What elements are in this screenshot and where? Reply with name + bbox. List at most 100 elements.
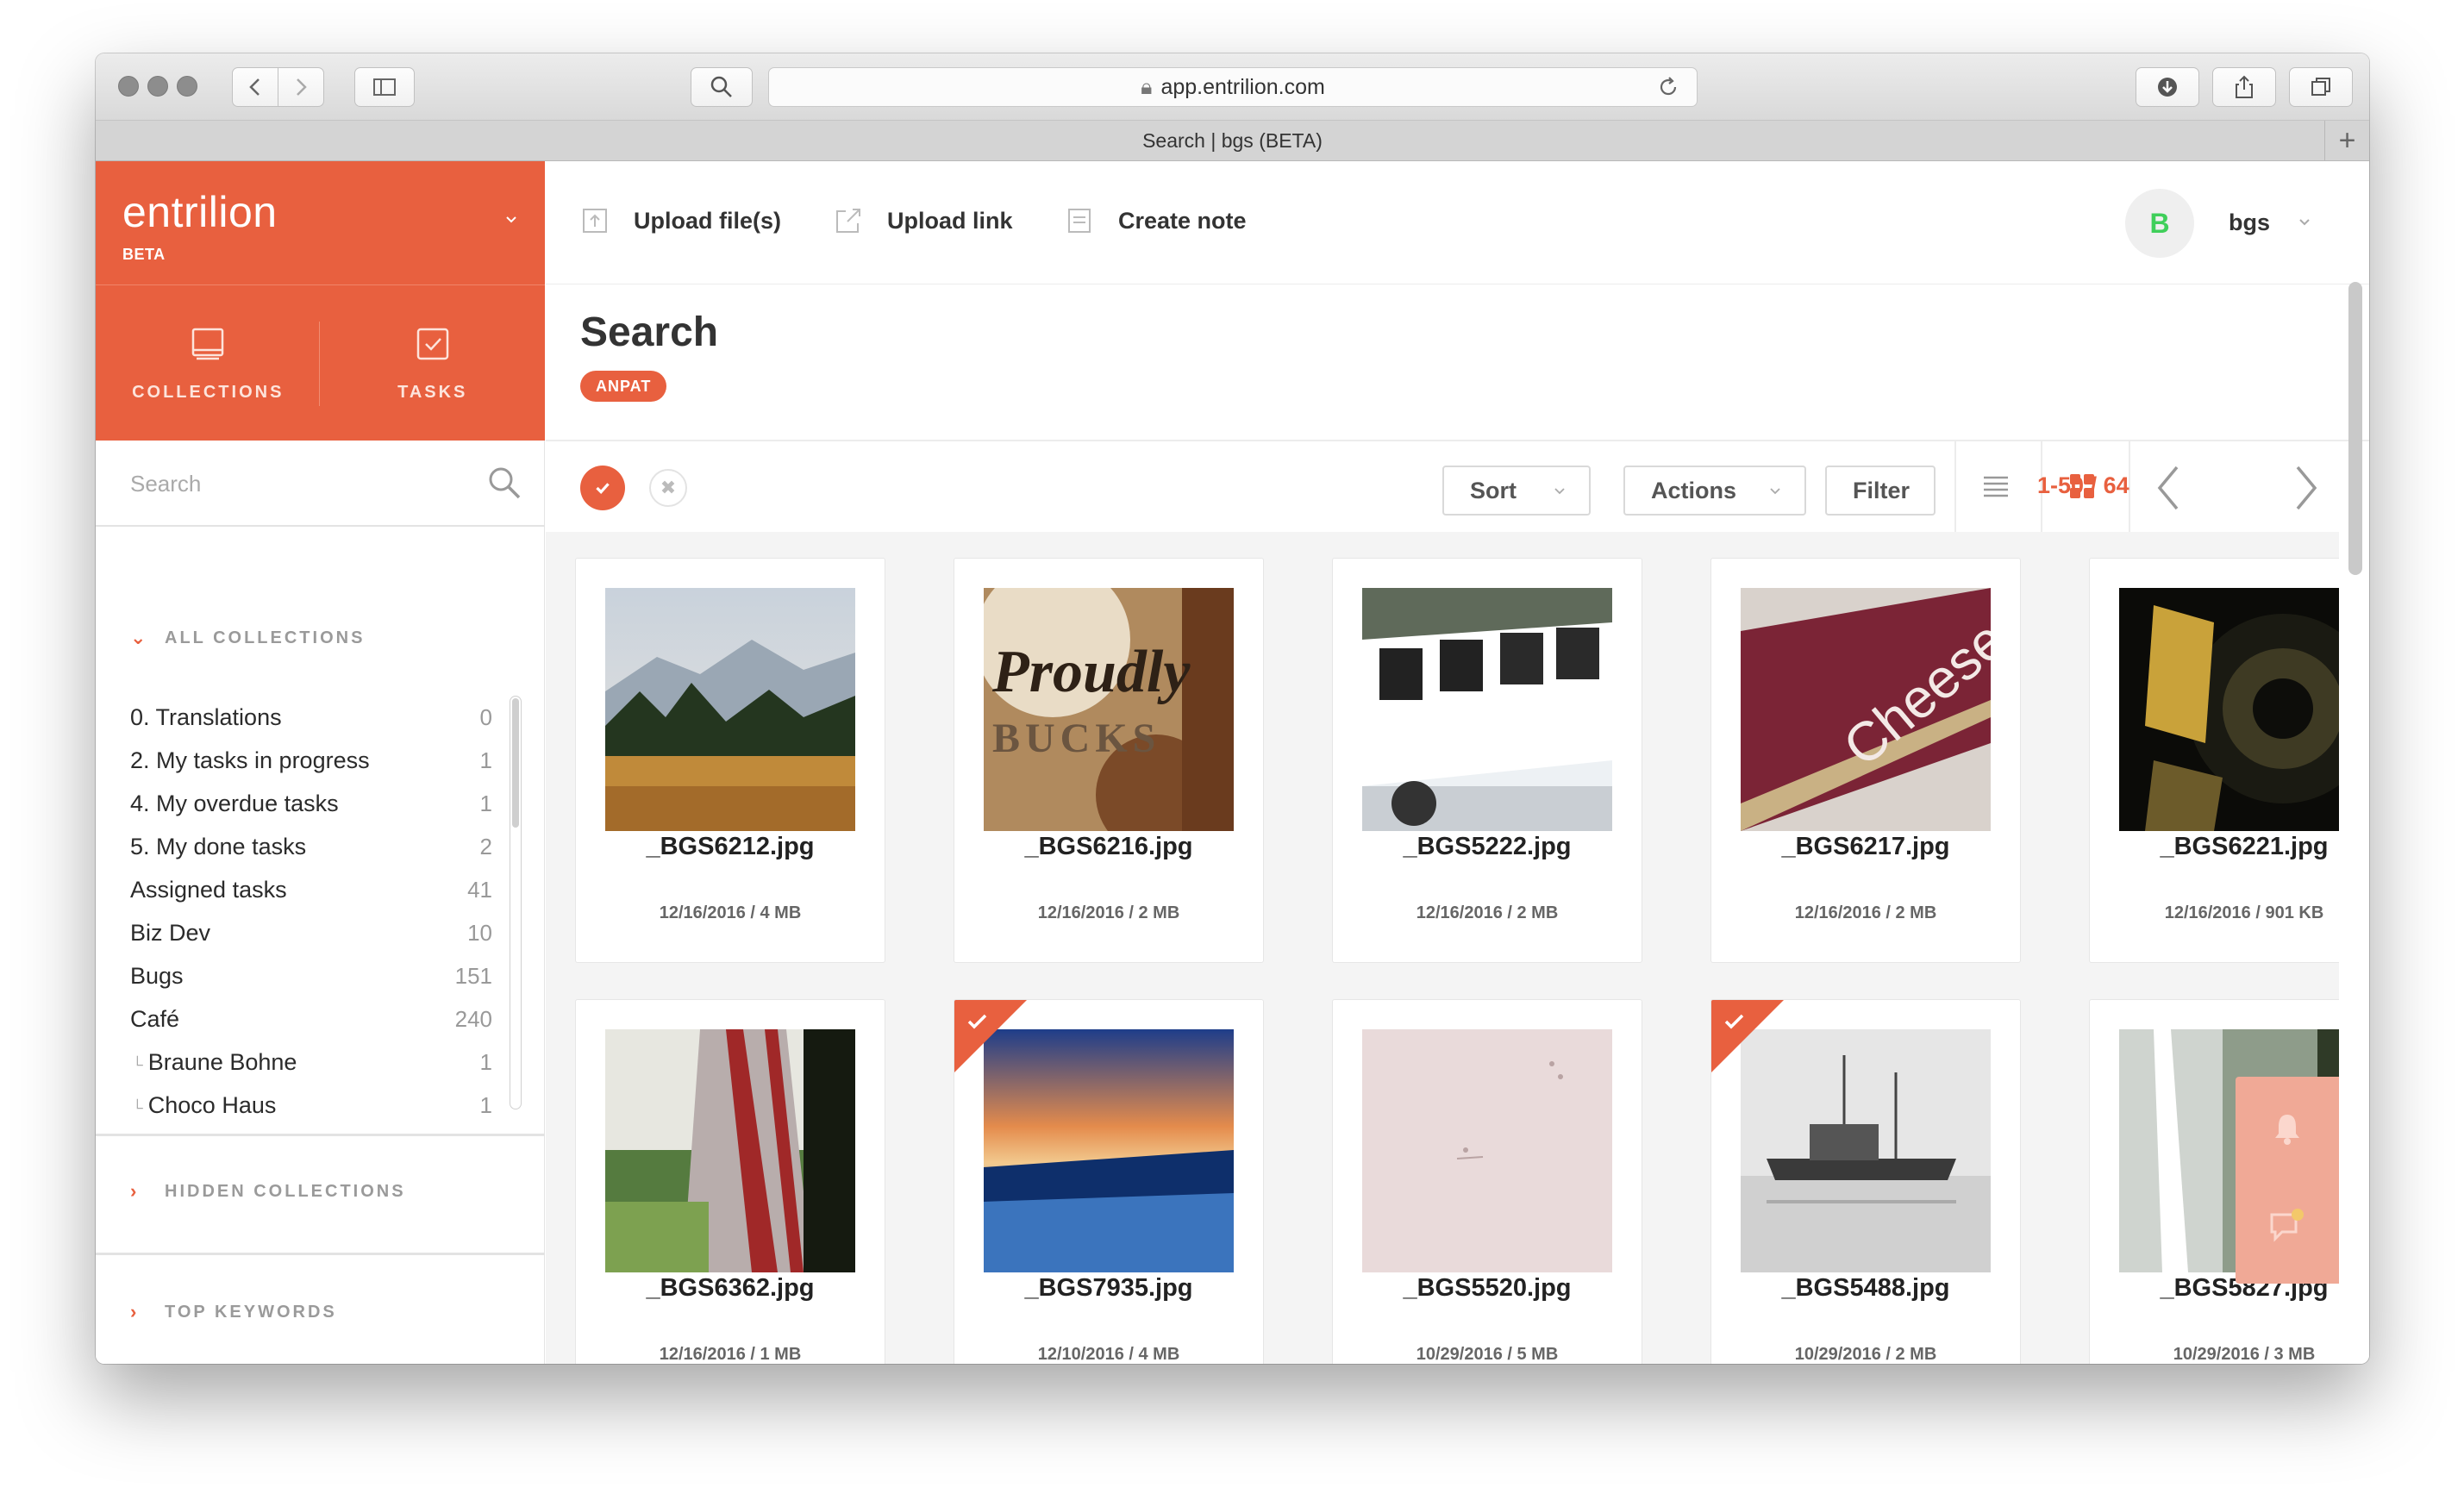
downloads-button[interactable]: [2136, 67, 2199, 107]
collection-item[interactable]: Choco Haus 1: [130, 1084, 492, 1127]
upload-files-label: Upload file(s): [634, 207, 782, 234]
browser-toolbar: 🔒︎ app.entrilion.com: [96, 53, 2369, 121]
sidebar-icon: [373, 78, 396, 96]
all-collections-label: ALL COLLECTIONS: [165, 628, 366, 647]
search-icon[interactable]: [486, 465, 522, 501]
floating-action-panel: [2236, 1077, 2339, 1284]
sidebar-search-input[interactable]: [130, 465, 475, 503]
actions-dropdown[interactable]: Actions: [1623, 466, 1806, 516]
collection-item[interactable]: Bugs 151: [130, 954, 492, 997]
collection-count: 2: [479, 833, 492, 859]
file-card[interactable]: _BGS6221.jpg 12/16/2016 / 901 KB: [2089, 558, 2339, 963]
chevron-down-icon: [1554, 488, 1565, 495]
select-all-button[interactable]: [580, 466, 625, 510]
file-thumbnail[interactable]: [605, 588, 855, 831]
file-meta: 12/16/2016 / 1 MB: [659, 1345, 802, 1364]
chat-feedback-icon[interactable]: [2267, 1204, 2308, 1246]
sidebar-toggle-button[interactable]: [354, 67, 415, 107]
create-note-button[interactable]: Create note: [1065, 206, 1247, 235]
file-thumbnail[interactable]: [605, 1029, 855, 1272]
tabs-overview-button[interactable]: [2289, 67, 2353, 107]
collection-item[interactable]: Braune Bohne 1: [130, 1041, 492, 1084]
collection-count: 41: [467, 876, 492, 903]
filter-button[interactable]: Filter: [1825, 466, 1936, 516]
file-name: _BGS6217.jpg: [1781, 833, 1950, 860]
file-card[interactable]: _BGS6362.jpg 12/16/2016 / 1 MB: [575, 999, 885, 1364]
file-thumbnail[interactable]: Cheese: [1741, 588, 1991, 831]
sidebar-search: [96, 441, 545, 527]
nav-collections[interactable]: COLLECTIONS: [96, 285, 321, 441]
main-nav: COLLECTIONS TASKS: [96, 285, 545, 441]
collections-scrollbar-thumb[interactable]: [512, 698, 519, 828]
collection-count: 151: [454, 962, 492, 989]
collection-item[interactable]: 5. My done tasks 2: [130, 825, 492, 868]
file-card[interactable]: Cheese _BGS6217.jpg 12/16/2016 / 2 MB: [1710, 558, 2021, 963]
page-scrollbar-thumb[interactable]: [2348, 282, 2362, 575]
sort-dropdown[interactable]: Sort: [1442, 466, 1591, 516]
all-collections-header[interactable]: ⌄ ALL COLLECTIONS: [130, 627, 365, 649]
forward-button[interactable]: [278, 67, 324, 107]
bell-icon[interactable]: [2267, 1108, 2308, 1149]
file-card[interactable]: _BGS5222.jpg 12/16/2016 / 2 MB: [1332, 558, 1642, 963]
collections-scrollbar[interactable]: [510, 696, 522, 1109]
file-thumbnail[interactable]: Proudly BUCKS: [984, 588, 1234, 831]
minimize-window-button[interactable]: [147, 76, 168, 97]
upload-files-button[interactable]: Upload file(s): [580, 206, 781, 235]
collections-icon: [192, 328, 224, 359]
filter-tag-badge[interactable]: ANPAT: [580, 371, 667, 402]
list-view-icon[interactable]: [1979, 469, 2013, 503]
divider: [96, 1134, 545, 1136]
active-tab-title[interactable]: Search | bgs (BETA): [1142, 129, 1323, 153]
file-card[interactable]: _BGS6212.jpg 12/16/2016 / 4 MB: [575, 558, 885, 963]
actions-label: Actions: [1651, 477, 1737, 503]
nav-tasks[interactable]: TASKS: [321, 285, 546, 441]
hidden-collections-header[interactable]: › HIDDEN COLLECTIONS: [130, 1180, 406, 1203]
file-card[interactable]: Proudly BUCKS _BGS6216.jpg 12/16/2016 / 2 M…: [954, 558, 1264, 963]
file-card[interactable]: _BGS7935.jpg 12/10/2016 / 4 MB: [954, 999, 1264, 1364]
collection-item[interactable]: Assigned tasks 41: [130, 868, 492, 911]
thumb-text-proudly: Proudly: [991, 639, 1191, 705]
collection-item[interactable]: Biz Dev 10: [130, 911, 492, 954]
back-button[interactable]: [232, 67, 278, 107]
file-thumbnail[interactable]: [1362, 588, 1612, 831]
collection-item[interactable]: 4. My overdue tasks 1: [130, 782, 492, 825]
file-thumbnail[interactable]: [2119, 588, 2339, 831]
collection-item[interactable]: 2. My tasks in progress 1: [130, 739, 492, 782]
collection-label: Choco Haus: [130, 1092, 277, 1119]
chevron-right-icon[interactable]: [2289, 462, 2323, 514]
file-name: _BGS6221.jpg: [2160, 833, 2329, 860]
share-button[interactable]: [2212, 67, 2276, 107]
tab-bar: Search | bgs (BETA) +: [96, 121, 2369, 161]
close-icon: ✖: [660, 477, 677, 498]
filter-label: Filter: [1853, 477, 1911, 503]
divider: [1954, 441, 1956, 532]
avatar[interactable]: B: [2125, 189, 2194, 258]
user-name[interactable]: bgs: [2229, 209, 2270, 236]
close-window-button[interactable]: [118, 76, 139, 97]
chevron-left-icon[interactable]: [2151, 462, 2186, 514]
upload-link-label: Upload link: [887, 207, 1013, 234]
file-meta: 12/10/2016 / 4 MB: [1037, 1345, 1180, 1364]
file-card[interactable]: _BGS5520.jpg 10/29/2016 / 5 MB: [1332, 999, 1642, 1364]
file-card[interactable]: _BGS5488.jpg 10/29/2016 / 2 MB: [1710, 999, 2021, 1364]
reload-icon[interactable]: [1655, 74, 1681, 100]
page-header: Search ANPAT: [546, 284, 2369, 441]
pagination-text: 1-50 / 64: [2037, 472, 2129, 499]
note-icon: [1068, 209, 1091, 233]
file-thumbnail[interactable]: [1362, 1029, 1612, 1272]
search-toolbar-button[interactable]: [691, 67, 753, 107]
address-bar[interactable]: 🔒︎ app.entrilion.com: [768, 67, 1698, 107]
new-tab-button[interactable]: +: [2324, 121, 2369, 160]
collection-item[interactable]: 0. Translations 0: [130, 696, 492, 739]
zoom-window-button[interactable]: [177, 76, 197, 97]
chevron-down-icon[interactable]: [2296, 213, 2313, 230]
upload-link-button[interactable]: Upload link: [834, 206, 1013, 235]
clear-selection-button[interactable]: ✖: [649, 469, 687, 507]
brand-header[interactable]: entrilion BETA: [96, 161, 545, 285]
collection-label: 5. My done tasks: [130, 833, 307, 859]
top-keywords-header[interactable]: › TOP KEYWORDS: [130, 1301, 337, 1323]
collection-label: Bugs: [130, 962, 184, 989]
collection-item[interactable]: Café 240: [130, 997, 492, 1041]
collection-count: 1: [479, 1091, 492, 1118]
chevron-down-icon[interactable]: [502, 209, 521, 228]
